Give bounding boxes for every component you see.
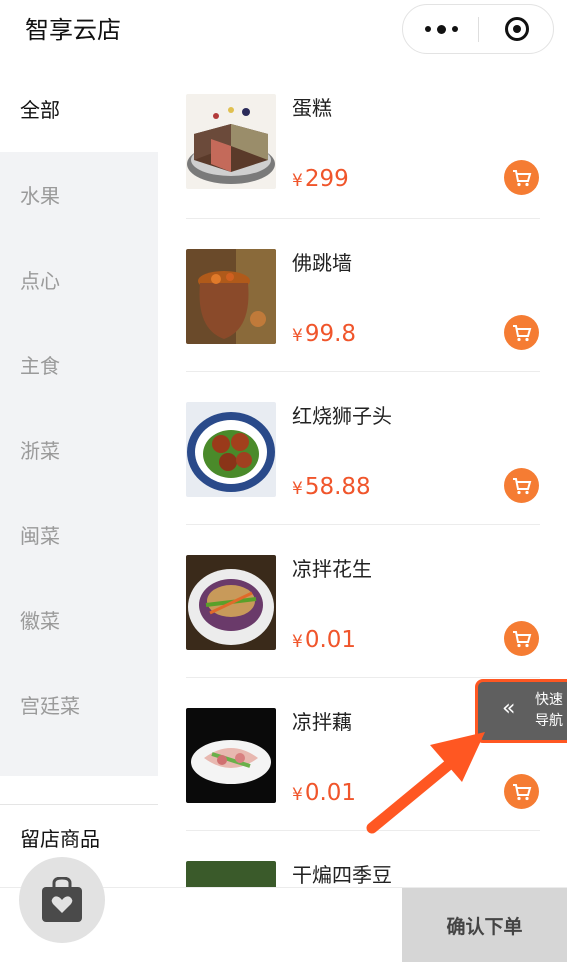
product-name: 蛋糕	[292, 96, 332, 120]
product-image-fotiaoqiang	[186, 249, 276, 344]
product-name: 干煸四季豆	[292, 863, 392, 887]
bottom-bar: 确认下单	[0, 857, 567, 962]
price-value: 0.01	[304, 780, 357, 806]
category-dim-sum[interactable]: 点心	[0, 237, 158, 322]
add-to-cart-icon[interactable]	[504, 621, 539, 656]
price-value: 299	[304, 166, 349, 192]
product-image-lotus-root	[186, 708, 276, 803]
product-name: 佛跳墙	[292, 251, 352, 275]
category-imperial[interactable]: 宫廷菜	[0, 662, 158, 747]
add-to-cart-icon[interactable]	[504, 315, 539, 350]
header: 智享云店	[0, 0, 567, 64]
product-item[interactable]: 蛋糕 ¥299	[186, 64, 540, 219]
category-staple[interactable]: 主食	[0, 322, 158, 407]
currency-symbol: ¥	[292, 785, 303, 805]
quick-nav-label-line2: 导航	[535, 713, 563, 729]
product-name: 凉拌花生	[292, 557, 372, 581]
currency-symbol: ¥	[292, 171, 303, 191]
product-price: ¥0.01	[292, 780, 356, 806]
confirm-order-button[interactable]: 确认下单	[402, 888, 567, 962]
double-chevron-left-icon: «	[502, 696, 516, 721]
add-to-cart-icon[interactable]	[504, 468, 539, 503]
category-sidebar: 全部 水果 点心 主食 浙菜 闽菜 徽菜 宫廷菜	[0, 64, 158, 776]
product-list: 蛋糕 ¥299 佛跳墙 ¥99.8 红烧狮子头 ¥58.88 凉拌花生 ¥0.0…	[186, 64, 540, 887]
target-circle-icon[interactable]	[479, 5, 555, 53]
price-value: 99.8	[304, 321, 357, 347]
currency-symbol: ¥	[292, 326, 303, 346]
product-item[interactable]: 凉拌花生 ¥0.01	[186, 525, 540, 678]
more-dots-icon[interactable]	[403, 5, 479, 53]
product-price: ¥0.01	[292, 627, 356, 653]
add-to-cart-icon[interactable]	[504, 160, 539, 195]
product-item[interactable]: 红烧狮子头 ¥58.88	[186, 372, 540, 525]
category-zhejiang[interactable]: 浙菜	[0, 407, 158, 492]
product-image-lion-head	[186, 402, 276, 497]
quick-nav-label: 快速 导航	[532, 690, 566, 732]
retained-items-label: 留店商品	[20, 827, 100, 851]
category-all[interactable]: 全部	[0, 64, 158, 152]
price-value: 58.88	[304, 474, 371, 500]
currency-symbol: ¥	[292, 479, 303, 499]
product-name: 红烧狮子头	[292, 404, 392, 428]
product-price: ¥299	[292, 166, 349, 192]
category-anhui[interactable]: 徽菜	[0, 577, 158, 662]
shopping-bag-heart-icon[interactable]	[19, 857, 105, 943]
product-image-cake	[186, 94, 276, 189]
category-fujian[interactable]: 闽菜	[0, 492, 158, 577]
product-price: ¥58.88	[292, 474, 371, 500]
quick-nav-button[interactable]: « 快速 导航	[475, 679, 567, 743]
product-price: ¥99.8	[292, 321, 356, 347]
product-image-peanut-salad	[186, 555, 276, 650]
currency-symbol: ¥	[292, 632, 303, 652]
category-fruit[interactable]: 水果	[0, 152, 158, 237]
product-item[interactable]: 佛跳墙 ¥99.8	[186, 219, 540, 372]
product-item[interactable]: 干煸四季豆	[186, 831, 540, 887]
product-name: 凉拌藕	[292, 710, 352, 734]
price-value: 0.01	[304, 627, 357, 653]
add-to-cart-icon[interactable]	[504, 774, 539, 809]
product-image-green-beans	[186, 861, 276, 887]
app-title: 智享云店	[25, 16, 121, 44]
mini-program-capsule	[402, 4, 554, 54]
quick-nav-label-line1: 快速	[535, 692, 563, 708]
